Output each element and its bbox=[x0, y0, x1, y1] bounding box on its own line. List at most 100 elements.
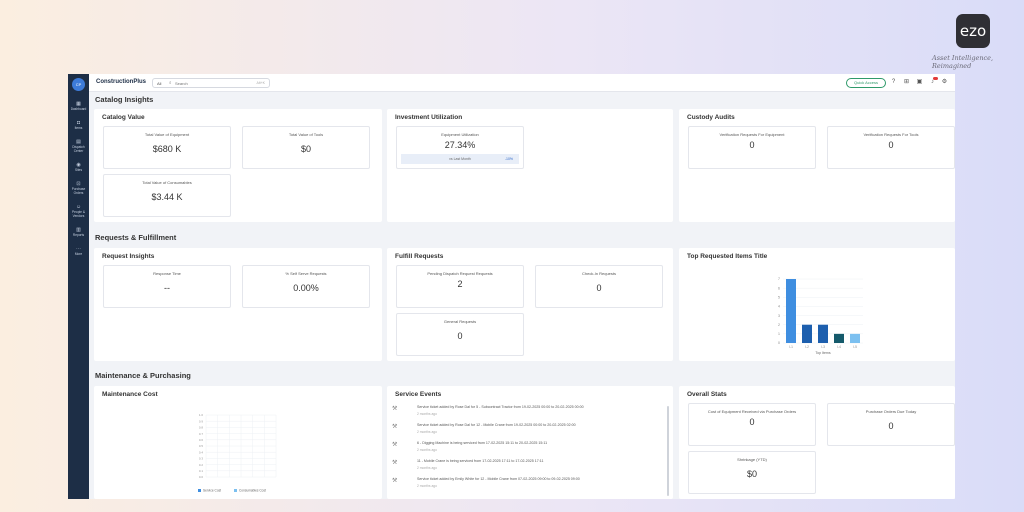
metric-label: Equipment Utilization bbox=[441, 132, 479, 137]
benchmark-label: vs Last Month bbox=[449, 157, 471, 161]
metric-general-requests[interactable]: General Requests 0 bbox=[396, 313, 524, 356]
service-event-row[interactable]: ⚒ Service ticket added by Emily White for… bbox=[387, 474, 667, 492]
catalog-value-card: Catalog Value Total Value of Equipment $… bbox=[94, 109, 382, 222]
card-title: Request Insights bbox=[102, 253, 155, 260]
sidebar-item-label: Reports bbox=[72, 233, 85, 237]
service-event-text: 6 - Digging Machine is being serviced fr… bbox=[417, 441, 548, 445]
bar[interactable] bbox=[802, 324, 812, 343]
metric-label: Total Value of Tools bbox=[288, 132, 324, 137]
maintenance-cost-card: Maintenance Cost 0.0 0.1 0.2 0.3 0.4 0.5 0.6 0.… bbox=[94, 386, 382, 499]
metric-value: -- bbox=[164, 283, 170, 293]
wrench-icon: ⚒ bbox=[392, 478, 398, 484]
sidebar-item-label: Items bbox=[74, 126, 83, 130]
sidebar-item-purchase-orders[interactable]: ⊡ Purchase Orders bbox=[68, 181, 89, 195]
wrench-icon: ⚒ bbox=[392, 460, 398, 466]
bar[interactable] bbox=[786, 279, 796, 343]
metric-value: 0 bbox=[596, 283, 602, 293]
service-event-row[interactable]: ⚒ Service ticket added by Rose Dal for 5 … bbox=[387, 402, 667, 420]
dashboard-content: Catalog Insights Catalog Value Total Val… bbox=[89, 92, 955, 499]
wrench-icon: ⚒ bbox=[392, 424, 398, 430]
sidebar-item-label: Dispatch Center bbox=[72, 145, 85, 153]
quick-access-label: Quick Access bbox=[853, 80, 878, 85]
metric-check-in[interactable]: Check-In Requests 0 bbox=[535, 265, 663, 308]
sidebar-item-label: Dashboard bbox=[70, 107, 87, 111]
x-tick-label: I-5 bbox=[853, 345, 857, 349]
metric-label: Total Value of Equipment bbox=[144, 132, 190, 137]
service-event-time: 2 months ago bbox=[417, 430, 437, 434]
service-event-text: Service ticket added by Rose Dal for 5 -… bbox=[417, 405, 584, 409]
quick-access-button[interactable]: Quick Access bbox=[846, 78, 886, 88]
scrollbar[interactable] bbox=[667, 406, 669, 496]
search-scope-dropdown[interactable]: All bbox=[157, 81, 161, 86]
cart-icon[interactable]: ⊞ bbox=[903, 79, 910, 86]
service-event-row[interactable]: ⚒ 6 - Digging Machine is being serviced f… bbox=[387, 438, 667, 456]
settings-icon[interactable]: ⚙ bbox=[941, 79, 948, 86]
service-event-text: Service ticket added by Emily White for … bbox=[417, 477, 580, 481]
sidebar-item-more[interactable]: ⋯ More bbox=[68, 246, 89, 256]
metric-verify-equipment[interactable]: Verification Requests For Equipment 0 bbox=[688, 126, 816, 169]
y-tick-label: 0.7 bbox=[199, 432, 204, 436]
sidebar-item-dashboard[interactable]: ▦ Dashboard bbox=[68, 101, 89, 111]
metric-self-serve: % Self Serve Requests 0.00% bbox=[242, 265, 370, 308]
service-event-text: Service ticket added by Rose Dal for 12 … bbox=[417, 423, 576, 427]
sidebar-item-label: People & Vendors bbox=[72, 210, 85, 218]
help-icon[interactable]: ? bbox=[890, 79, 897, 86]
service-event-time: 2 months ago bbox=[417, 448, 437, 452]
section-title-catalog: Catalog Insights bbox=[95, 95, 154, 104]
y-tick-label: 7 bbox=[778, 277, 780, 281]
card-title: Overall Stats bbox=[687, 391, 727, 398]
metric-value: 0 bbox=[457, 331, 463, 341]
calendar-icon[interactable]: ▣ bbox=[916, 79, 923, 86]
x-tick-label: I-1 bbox=[789, 345, 793, 349]
x-tick-label: I-3 bbox=[821, 345, 825, 349]
sidebar-item-sites[interactable]: ◉ Sites bbox=[68, 162, 89, 172]
sidebar-item-dispatch-center[interactable]: ▤ Dispatch Center bbox=[68, 139, 89, 153]
bar[interactable] bbox=[818, 324, 828, 343]
sidebar-item-label: Sites bbox=[74, 168, 83, 172]
card-title: Service Events bbox=[395, 391, 442, 398]
bar[interactable] bbox=[850, 333, 860, 343]
legend-label: Consumables Cost bbox=[239, 489, 266, 493]
bar[interactable] bbox=[834, 333, 844, 343]
overall-stats-card: Overall Stats Cost of Equipment Received… bbox=[679, 386, 955, 499]
y-tick-label: 3 bbox=[778, 314, 780, 318]
legend-swatch bbox=[234, 489, 237, 492]
maintenance-cost-chart: 0.0 0.1 0.2 0.3 0.4 0.5 0.6 0.7 0.8 0.9 1.0 Service… bbox=[198, 413, 277, 493]
metric-value: 27.34% bbox=[444, 140, 476, 150]
metric-label: Check-In Requests bbox=[581, 271, 616, 276]
tagline: Asset Intelligence, Reimagined bbox=[932, 54, 994, 70]
metric-verify-tools[interactable]: Verification Requests For Tools 0 bbox=[827, 126, 955, 169]
y-tick-label: 0 bbox=[778, 341, 780, 345]
wrench-icon: ⚒ bbox=[392, 442, 398, 448]
request-insights-card: Request Insights Response Time -- % Self… bbox=[94, 248, 382, 361]
sidebar-item-items[interactable]: ◘ Items bbox=[68, 120, 89, 130]
card-title: Custody Audits bbox=[687, 114, 735, 121]
wrench-icon: ⚒ bbox=[392, 406, 398, 412]
card-title: Maintenance Cost bbox=[102, 391, 158, 398]
service-events-list: ⚒ Service ticket added by Rose Dal for 5 … bbox=[387, 402, 667, 499]
card-title: Investment Utilization bbox=[395, 114, 463, 121]
search-input[interactable] bbox=[175, 80, 245, 87]
metric-pending-dispatch[interactable]: Pending Dispatch Request Requests 2 bbox=[396, 265, 524, 308]
metric-label: Cost of Equipment Received via Purchase … bbox=[707, 409, 797, 414]
app-logo[interactable]: CP bbox=[72, 78, 85, 91]
top-requested-bar-chart: 0 1 2 3 4 5 6 7 I-1 I-2 I-3 I-4 I-5 Top Items bbox=[778, 277, 863, 355]
metric-po-due-today[interactable]: Purchase Orders Due Today 0 bbox=[827, 403, 955, 446]
sidebar-item-people-vendors[interactable]: ☺ People & Vendors bbox=[68, 204, 89, 218]
y-tick-label: 4 bbox=[778, 305, 780, 309]
sidebar-item-reports[interactable]: ▥ Reports bbox=[68, 227, 89, 237]
y-tick-label: 1 bbox=[778, 332, 780, 336]
service-event-row[interactable]: ⚒ Service ticket added by Rose Dal for 12… bbox=[387, 420, 667, 438]
service-event-time: 2 months ago bbox=[417, 466, 437, 470]
search-bar[interactable]: All ⌕ Alt+K bbox=[152, 78, 270, 88]
metric-consumables-value: Total Value of Consumables $3.44 K bbox=[103, 174, 231, 217]
metric-label: Total Value of Consumables bbox=[142, 180, 192, 185]
metric-label: General Requests bbox=[443, 319, 477, 324]
metric-value: 0 bbox=[749, 417, 755, 427]
y-tick-label: 0.3 bbox=[199, 457, 204, 461]
service-event-time: 2 months ago bbox=[417, 412, 437, 416]
ezo-logo: ezo bbox=[956, 14, 990, 48]
service-event-row[interactable]: ⚒ 11 - Mobile Crane is being serviced fro… bbox=[387, 456, 667, 474]
bell-icon[interactable]: ♪ bbox=[929, 79, 936, 86]
metric-label: % Self Serve Requests bbox=[285, 271, 327, 276]
